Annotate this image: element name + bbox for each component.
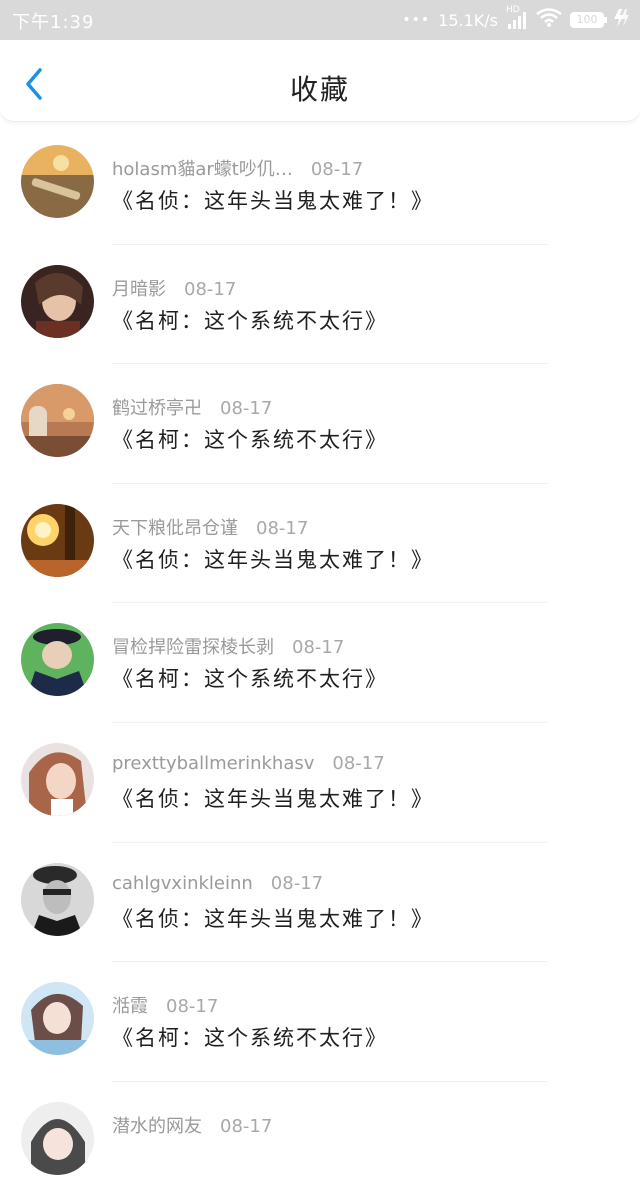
book-title[interactable]: 《名柯：这个系统不太行》 bbox=[112, 424, 388, 454]
item-meta: 冒检捍险雷探棱长剥 08-17 bbox=[112, 633, 344, 659]
date: 08-17 bbox=[310, 159, 364, 180]
status-bar: 下午1:39 ••• 15.1K/s HD 100 bbox=[0, 0, 640, 40]
avatar[interactable] bbox=[21, 1101, 94, 1175]
item-meta: 月暗影 08-17 bbox=[112, 275, 236, 301]
item-meta: 天下粮仳昂仓谨 08-17 bbox=[112, 514, 308, 540]
avatar-anime-girl-light bbox=[21, 1101, 94, 1175]
item-meta: prexttyballmerinkhasv 08-17 bbox=[112, 753, 385, 774]
list-item[interactable]: 潜水的网友 08-17 bbox=[0, 1082, 640, 1201]
item-meta: 潜水的网友 08-17 bbox=[112, 1112, 272, 1138]
list-item[interactable]: 鹤过桥亭卍 08-17 《名柯：这个系统不太行》 bbox=[0, 364, 640, 484]
username: 月暗影 bbox=[112, 278, 166, 300]
avatar[interactable] bbox=[21, 862, 94, 936]
avatar-anime-blue bbox=[21, 982, 94, 1056]
username: 冒检捍险雷探棱长剥 bbox=[112, 637, 274, 659]
book-title[interactable]: 《名侦：这年头当鬼太难了！》 bbox=[112, 544, 434, 574]
favorites-list: holasm貓ar蠓t吵仉… 08-17 《名侦：这年头当鬼太难了！》 月暗影 08… bbox=[0, 125, 640, 1201]
signal-icon: HD bbox=[506, 5, 528, 31]
header-bar: 收藏 bbox=[0, 40, 640, 122]
avatar[interactable] bbox=[21, 982, 94, 1056]
username: 鹤过桥亭卍 bbox=[112, 398, 202, 420]
item-meta: cahlgvxinkleinn 08-17 bbox=[112, 873, 323, 894]
battery-icon: 100 bbox=[570, 12, 607, 28]
book-title[interactable]: 《名侦：这年头当鬼太难了！》 bbox=[112, 783, 434, 813]
status-time: 下午1:39 bbox=[12, 12, 95, 33]
avatar-bw-portrait bbox=[21, 862, 94, 936]
date: 08-17 bbox=[270, 872, 324, 894]
username: 湉霞 bbox=[112, 996, 148, 1018]
username: holasm貓ar蠓t吵仉… bbox=[112, 159, 293, 180]
list-item[interactable]: 月暗影 08-17 《名柯：这个系统不太行》 bbox=[0, 245, 640, 365]
avatar-anime-girl-dark bbox=[21, 264, 94, 338]
avatar-sunset-person bbox=[21, 384, 94, 458]
list-item[interactable]: cahlgvxinkleinn 08-17 《名侦：这年头当鬼太难了！》 bbox=[0, 843, 640, 963]
date: 08-17 bbox=[184, 278, 237, 300]
username: cahlgvxinkleinn bbox=[112, 872, 253, 894]
username: 潜水的网友 bbox=[112, 1115, 202, 1137]
date: 08-17 bbox=[332, 752, 385, 774]
list-item[interactable]: holasm貓ar蠓t吵仉… 08-17 《名侦：这年头当鬼太难了！》 bbox=[0, 125, 640, 245]
list-item[interactable]: prexttyballmerinkhasv 08-17 《名侦：这年头当鬼太难了！… bbox=[0, 723, 640, 843]
avatar-girl-photo bbox=[21, 742, 94, 816]
avatar-sunlight-forest bbox=[21, 503, 94, 577]
book-title[interactable]: 《名柯：这个系统不太行》 bbox=[112, 1022, 388, 1052]
avatar[interactable] bbox=[21, 623, 94, 697]
item-meta: 鹤过桥亭卍 08-17 bbox=[112, 394, 272, 420]
item-meta: 湉霞 08-17 bbox=[112, 992, 218, 1018]
username: prexttyballmerinkhasv bbox=[112, 752, 315, 774]
avatar[interactable] bbox=[21, 742, 94, 816]
avatar[interactable] bbox=[21, 264, 94, 338]
book-title[interactable]: 《名侦：这年头当鬼太难了！》 bbox=[112, 185, 434, 215]
avatar-student-cap bbox=[21, 623, 94, 697]
date: 08-17 bbox=[256, 517, 309, 539]
book-title[interactable]: 《名柯：这个系统不太行》 bbox=[112, 305, 388, 335]
page-title: 收藏 bbox=[289, 73, 350, 106]
username: 天下粮仳昂仓谨 bbox=[112, 517, 238, 539]
item-meta: holasm貓ar蠓t吵仉… 08-17 bbox=[112, 155, 363, 181]
avatar[interactable] bbox=[21, 384, 94, 458]
book-title[interactable]: 《名柯：这个系统不太行》 bbox=[112, 663, 388, 693]
list-item[interactable]: 湉霞 08-17 《名柯：这个系统不太行》 bbox=[0, 962, 640, 1082]
status-dots: ••• bbox=[402, 12, 431, 28]
charging-icon bbox=[612, 8, 630, 33]
date: 08-17 bbox=[220, 398, 273, 420]
avatar-sunset-beach bbox=[21, 145, 94, 218]
avatar[interactable] bbox=[21, 503, 94, 577]
network-speed: 15.1K/s bbox=[438, 10, 498, 30]
status-indicators: ••• 15.1K/s HD 100 bbox=[402, 5, 630, 34]
wifi-icon bbox=[536, 7, 562, 33]
list-item[interactable]: 天下粮仳昂仓谨 08-17 《名侦：这年头当鬼太难了！》 bbox=[0, 484, 640, 604]
list-item[interactable]: 冒检捍险雷探棱长剥 08-17 《名柯：这个系统不太行》 bbox=[0, 603, 640, 723]
book-title[interactable]: 《名侦：这年头当鬼太难了！》 bbox=[112, 903, 434, 933]
date: 08-17 bbox=[166, 996, 219, 1018]
date: 08-17 bbox=[292, 637, 345, 659]
date: 08-17 bbox=[220, 1115, 273, 1137]
avatar[interactable] bbox=[21, 145, 94, 218]
